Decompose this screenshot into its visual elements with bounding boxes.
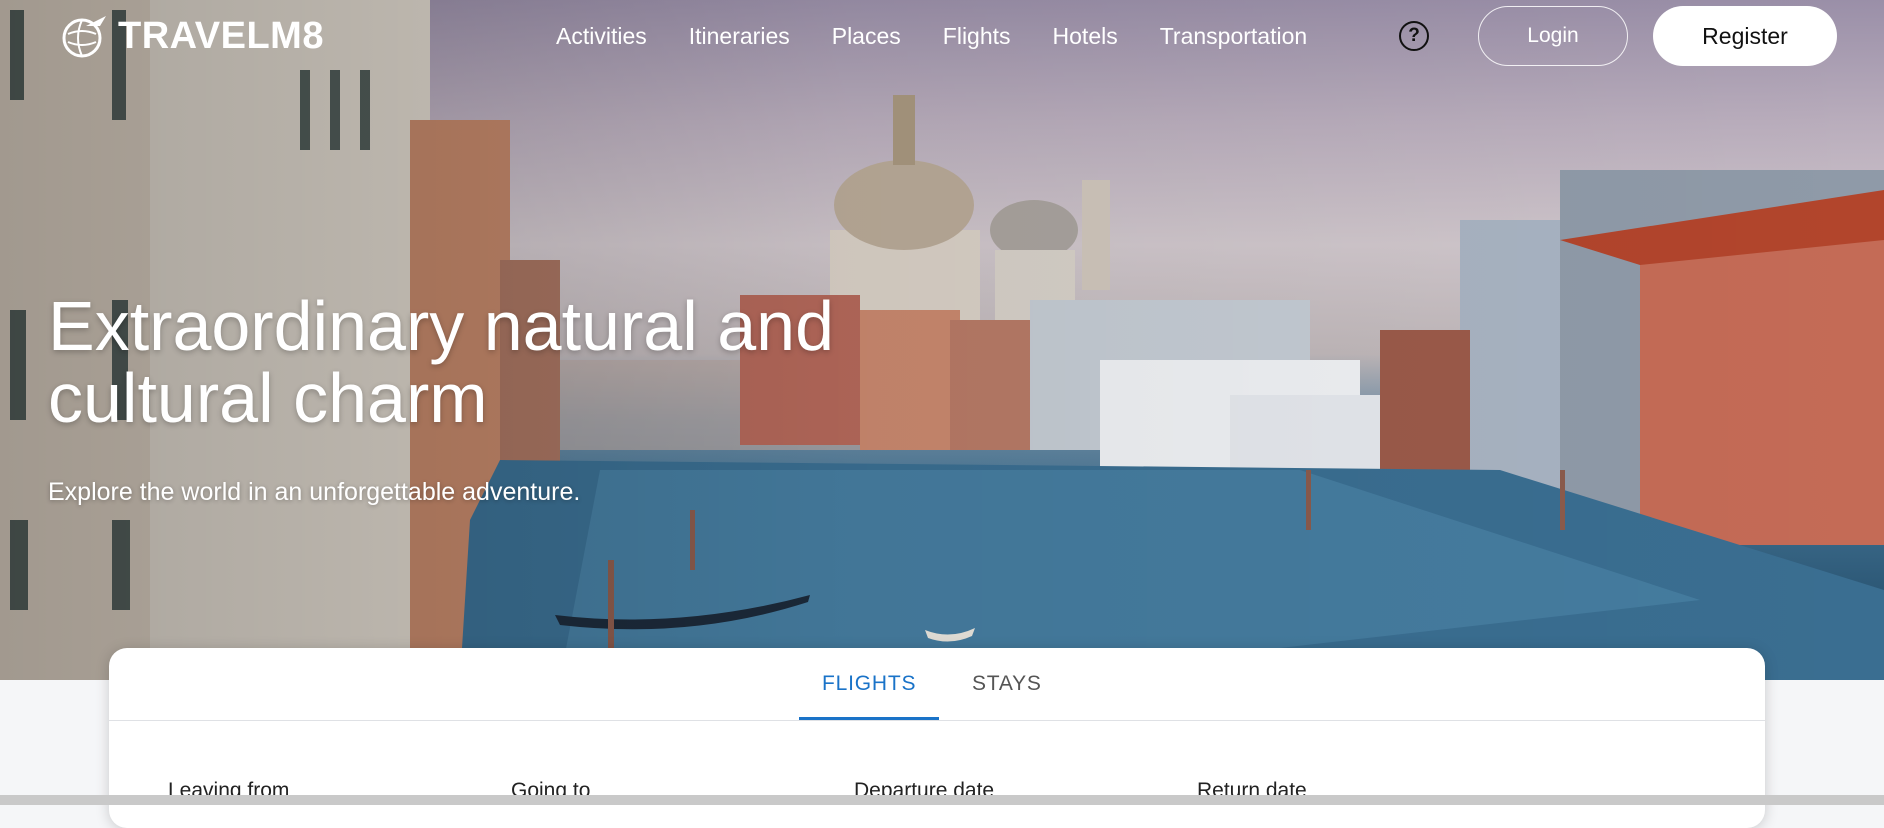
hero-subtitle: Explore the world in an unforgettable ad…	[48, 478, 581, 506]
search-tabs: FLIGHTS STAYS	[109, 648, 1765, 721]
help-button[interactable]: ?	[1399, 21, 1429, 51]
login-button[interactable]: Login	[1478, 6, 1628, 66]
active-tab-indicator	[799, 717, 939, 720]
globe-plane-icon	[62, 16, 106, 58]
tab-stays[interactable]: STAYS	[972, 672, 1042, 696]
nav-activities[interactable]: Activities	[556, 18, 647, 54]
brand-logo[interactable]: TRAVELM8	[60, 12, 324, 60]
nav-flights[interactable]: Flights	[943, 18, 1011, 54]
main-nav: Activities Itineraries Places Flights Ho…	[556, 18, 1349, 54]
register-button[interactable]: Register	[1653, 6, 1837, 66]
nav-itineraries[interactable]: Itineraries	[689, 18, 790, 54]
nav-hotels[interactable]: Hotels	[1053, 18, 1118, 54]
nav-places[interactable]: Places	[832, 18, 901, 54]
brand-name: TRAVELM8	[118, 14, 324, 57]
hero-title: Extraordinary natural and cultural charm	[48, 287, 834, 437]
horizontal-scrollbar[interactable]	[0, 795, 1884, 805]
tab-flights[interactable]: FLIGHTS	[822, 672, 916, 696]
nav-transportation[interactable]: Transportation	[1160, 18, 1307, 54]
question-circle-icon: ?	[1408, 25, 1420, 46]
